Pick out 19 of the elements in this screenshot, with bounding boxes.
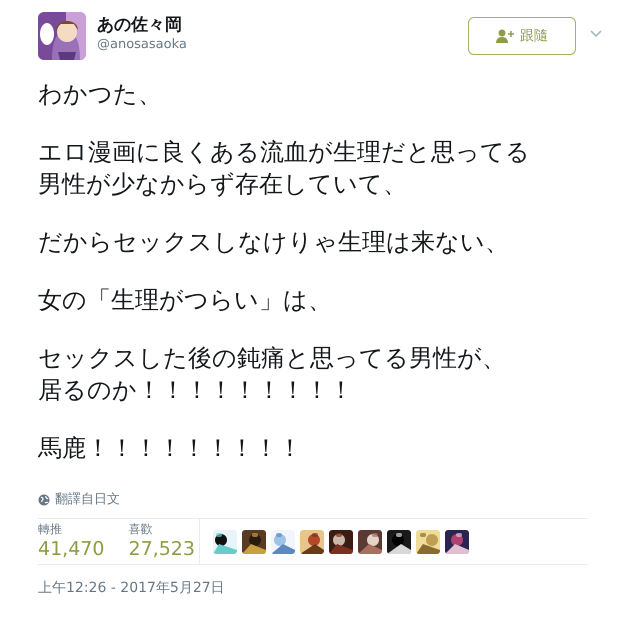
stat-label[interactable]: 轉推 (38, 522, 104, 537)
globe-icon (38, 494, 50, 506)
translation-note[interactable]: 翻譯自日文 (55, 490, 120, 510)
tweet-text-line: セックスした後の鈍痛と思ってる男性が、 (38, 343, 506, 374)
timestamp[interactable]: 上午12:26 - 2017年5月27日 (38, 578, 602, 599)
author-name[interactable]: あの佐々岡 (97, 14, 187, 36)
tweet-text-line: エロ漫画に良くある流血が生理だと思ってる (38, 137, 530, 168)
tweet-text-line: だからセックスしなけりゃ生理は来ない、 (38, 227, 509, 258)
follow-button[interactable]: 跟隨 (468, 17, 576, 55)
stat-count[interactable]: 41,470 (38, 537, 104, 561)
tweet-text-line: 居るのか！！！！！！！！！ (38, 375, 353, 406)
stat-count[interactable]: 27,523 (128, 537, 195, 561)
author-handle[interactable]: @anosasaoka (97, 36, 187, 54)
add-person-icon (496, 29, 514, 43)
tweet-text-line: 女の「生理がつらい」は、 (38, 285, 332, 316)
stat-label[interactable]: 喜歡 (128, 522, 195, 537)
tweet-text-line: わかつた、 (38, 79, 162, 110)
tweet-text-line: 馬鹿！！！！！！！！！ (38, 433, 302, 464)
tweet-text-line: 男性が少なからず存在していて、 (38, 169, 407, 200)
